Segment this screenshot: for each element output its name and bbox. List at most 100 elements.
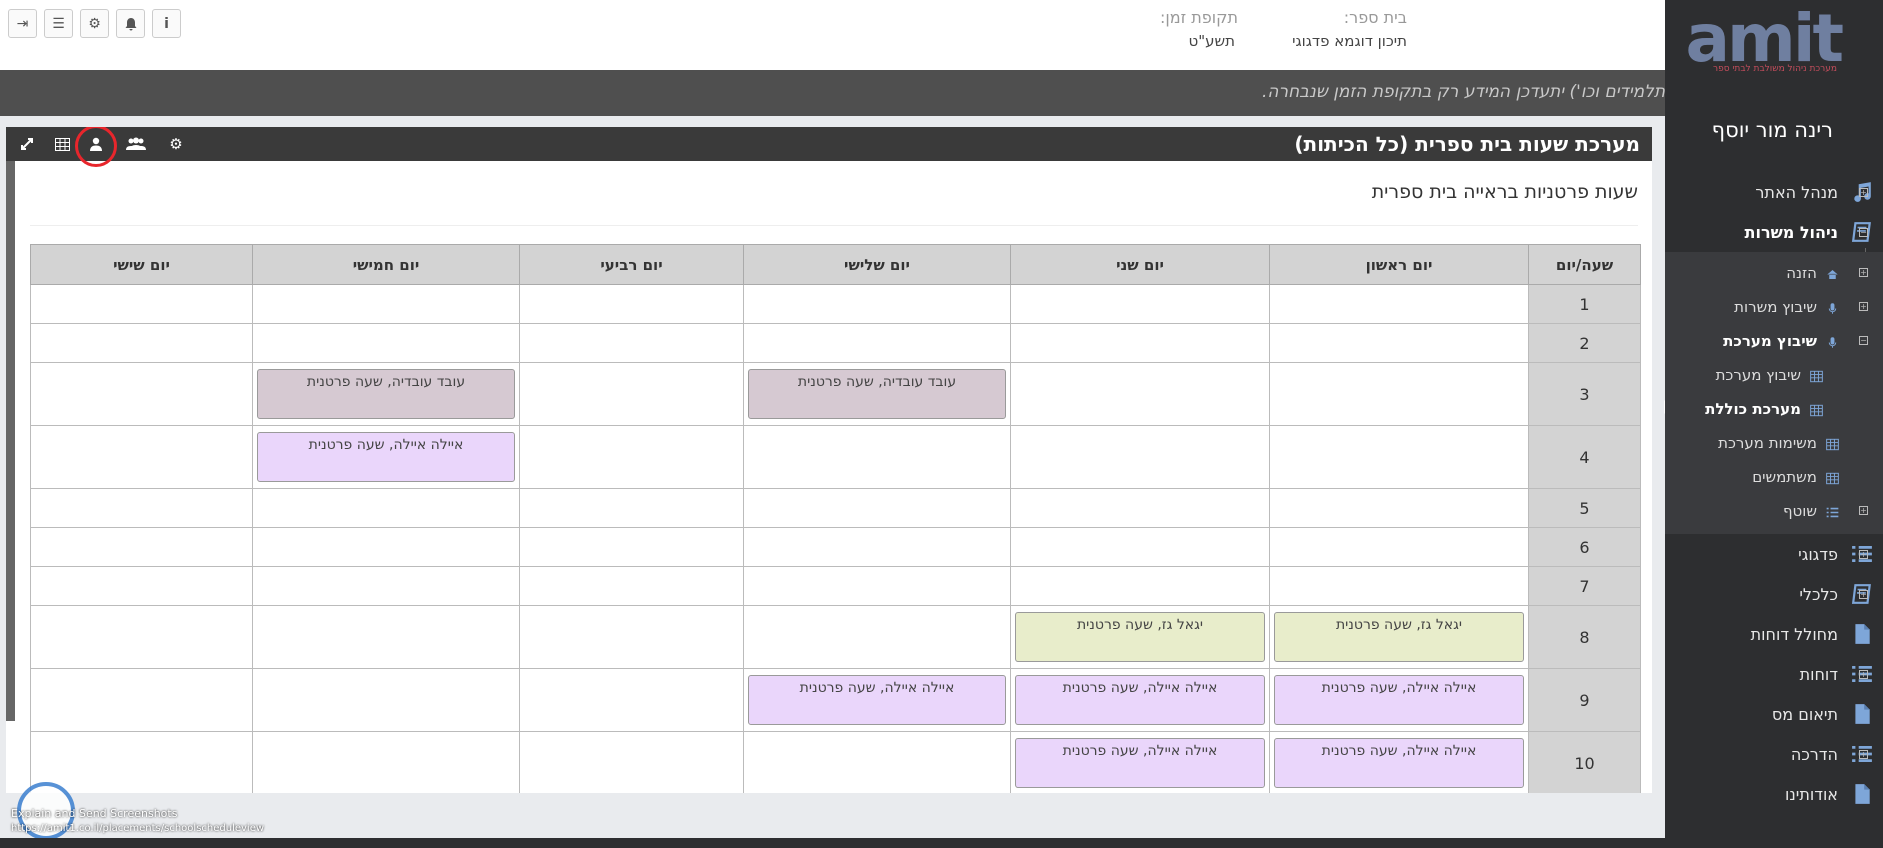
sidebar-subitem-c-2[interactable]: שוטף + <box>1665 494 1883 528</box>
schedule-cell[interactable] <box>743 488 1011 528</box>
schedule-event[interactable]: איילה איילה, שעה פרטנית <box>257 432 515 482</box>
schedule-cell[interactable] <box>252 527 520 567</box>
schedule-cell[interactable] <box>252 284 520 324</box>
sidebar-item-a-0[interactable]: מנהל האתר + <box>1665 172 1883 212</box>
schedule-cell[interactable] <box>519 323 744 363</box>
schedule-cell[interactable] <box>1010 362 1270 426</box>
sidebar-subitem-c-0[interactable]: משימות מערכת <box>1665 426 1883 460</box>
schedule-cell[interactable] <box>1269 566 1529 606</box>
schedule-cell[interactable] <box>519 362 744 426</box>
expand-toggle-icon[interactable]: + <box>1859 589 1868 599</box>
expand-toggle-icon[interactable]: + <box>1859 749 1868 759</box>
menu-button[interactable]: ☰ <box>44 9 73 38</box>
sidebar-item-b-3[interactable]: דוחות + <box>1665 654 1883 694</box>
logout-button[interactable]: ⇥ <box>8 9 37 38</box>
expand-toggle-icon[interactable]: − <box>1859 227 1868 237</box>
schedule-cell[interactable] <box>743 605 1011 669</box>
schedule-cell[interactable] <box>1269 323 1529 363</box>
schedule-event[interactable]: עובד עובדיה, שעה פרטנית <box>748 369 1006 419</box>
schedule-cell[interactable] <box>30 527 253 567</box>
schedule-cell[interactable] <box>252 566 520 606</box>
schedule-cell[interactable] <box>1010 323 1270 363</box>
sidebar-item-a-1[interactable]: ניהול משרות − <box>1665 212 1883 252</box>
schedule-cell[interactable] <box>30 731 253 793</box>
settings-button[interactable]: ⚙ <box>80 9 109 38</box>
schedule-event[interactable]: עובד עובדיה, שעה פרטנית <box>257 369 515 419</box>
schedule-cell[interactable] <box>1269 284 1529 324</box>
schedule-cell[interactable] <box>30 488 253 528</box>
schedule-cell[interactable]: עובד עובדיה, שעה פרטנית <box>252 362 520 426</box>
sidebar-item-b-0[interactable]: פדגוגי + <box>1665 534 1883 574</box>
expand-toggle-icon[interactable]: + <box>1859 549 1868 559</box>
schedule-cell[interactable]: יגאל גז, שעה פרטנית <box>1010 605 1270 669</box>
notifications-button[interactable] <box>116 9 145 38</box>
table-view-button[interactable] <box>49 131 75 157</box>
schedule-cell[interactable] <box>743 284 1011 324</box>
schedule-cell[interactable] <box>519 488 744 528</box>
sidebar-subitem-c-1[interactable]: משתמשים <box>1665 460 1883 494</box>
sidebar-subitem-a-1[interactable]: שיבוץ משרות + <box>1665 290 1883 324</box>
schedule-cell[interactable] <box>252 668 520 732</box>
schedule-cell[interactable] <box>252 323 520 363</box>
sidebar-item-b-2[interactable]: מחולל דוחות <box>1665 614 1883 654</box>
schedule-cell[interactable] <box>519 527 744 567</box>
schedule-cell[interactable] <box>519 425 744 489</box>
schedule-cell[interactable] <box>1269 425 1529 489</box>
expand-toggle-icon[interactable]: + <box>1859 187 1868 197</box>
schedule-cell[interactable] <box>1010 284 1270 324</box>
schedule-cell[interactable] <box>1010 527 1270 567</box>
sidebar-subitem-b-0[interactable]: שיבוץ מערכת <box>1665 358 1883 392</box>
schedule-event[interactable]: איילה איילה, שעה פרטנית <box>1274 675 1524 725</box>
schedule-event[interactable]: יגאל גז, שעה פרטנית <box>1015 612 1265 662</box>
schedule-cell[interactable] <box>743 527 1011 567</box>
group-view-button[interactable] <box>123 131 149 157</box>
schedule-cell[interactable] <box>30 566 253 606</box>
schedule-cell[interactable] <box>743 323 1011 363</box>
schedule-cell[interactable]: איילה איילה, שעה פרטנית <box>743 668 1011 732</box>
scroll-strip[interactable] <box>6 161 15 721</box>
info-button[interactable]: i <box>152 9 181 38</box>
schedule-cell[interactable] <box>743 425 1011 489</box>
schedule-event[interactable]: איילה איילה, שעה פרטנית <box>1015 675 1265 725</box>
schedule-cell[interactable] <box>519 605 744 669</box>
schedule-cell[interactable]: עובד עובדיה, שעה פרטנית <box>743 362 1011 426</box>
schedule-cell[interactable] <box>519 668 744 732</box>
schedule-cell[interactable]: איילה איילה, שעה פרטנית <box>1269 731 1529 793</box>
schedule-cell[interactable] <box>30 605 253 669</box>
sidebar-subitem-b-1[interactable]: מערכת כוללת <box>1665 392 1883 426</box>
schedule-cell[interactable] <box>1010 425 1270 489</box>
schedule-cell[interactable]: איילה איילה, שעה פרטנית <box>252 425 520 489</box>
schedule-cell[interactable] <box>30 284 253 324</box>
panel-settings-button[interactable]: ⚙ <box>163 131 189 157</box>
sidebar-item-b-4[interactable]: תיאום מס <box>1665 694 1883 734</box>
expand-toggle-icon[interactable]: + <box>1859 302 1868 311</box>
schedule-cell[interactable] <box>743 731 1011 793</box>
schedule-cell[interactable] <box>519 566 744 606</box>
expand-toggle-icon[interactable]: + <box>1859 669 1868 679</box>
expand-toggle-icon[interactable]: − <box>1859 336 1868 345</box>
schedule-cell[interactable] <box>252 488 520 528</box>
schedule-event[interactable]: איילה איילה, שעה פרטנית <box>1274 738 1524 788</box>
schedule-event[interactable]: איילה איילה, שעה פרטנית <box>1015 738 1265 788</box>
sidebar-subitem-a-0[interactable]: הזנה + <box>1665 256 1883 290</box>
sidebar-item-b-5[interactable]: הדרכה + <box>1665 734 1883 774</box>
schedule-cell[interactable] <box>519 284 744 324</box>
schedule-cell[interactable] <box>1269 488 1529 528</box>
schedule-cell[interactable] <box>1269 362 1529 426</box>
schedule-cell[interactable] <box>30 323 253 363</box>
schedule-cell[interactable] <box>1010 566 1270 606</box>
sidebar-subitem-a-2[interactable]: שיבוץ מערכת − <box>1665 324 1883 358</box>
schedule-cell[interactable] <box>30 668 253 732</box>
schedule-cell[interactable] <box>252 731 520 793</box>
schedule-event[interactable]: יגאל גז, שעה פרטנית <box>1274 612 1524 662</box>
schedule-cell[interactable] <box>30 425 253 489</box>
schedule-cell[interactable]: איילה איילה, שעה פרטנית <box>1010 668 1270 732</box>
schedule-cell[interactable]: איילה איילה, שעה פרטנית <box>1010 731 1270 793</box>
expand-button[interactable] <box>14 131 40 157</box>
schedule-cell[interactable] <box>252 605 520 669</box>
schedule-event[interactable]: איילה איילה, שעה פרטנית <box>748 675 1006 725</box>
schedule-cell[interactable] <box>743 566 1011 606</box>
expand-toggle-icon[interactable]: + <box>1859 268 1868 277</box>
sidebar-item-b-6[interactable]: אודותינו <box>1665 774 1883 814</box>
schedule-cell[interactable] <box>1010 488 1270 528</box>
